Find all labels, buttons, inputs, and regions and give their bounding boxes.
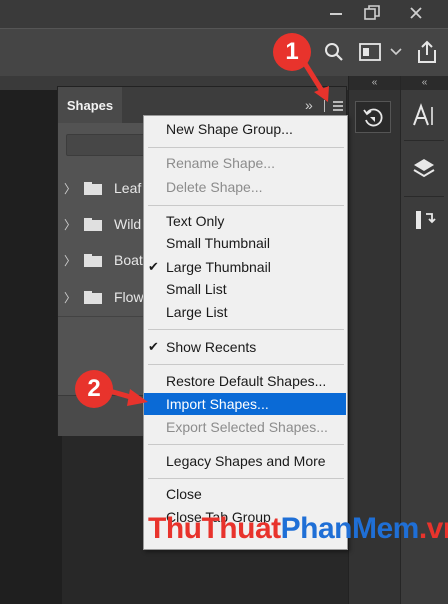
strip-divider bbox=[404, 140, 444, 141]
watermark-part-1: ThuThuat bbox=[148, 512, 281, 545]
list-item[interactable]: 〉 Wild bbox=[62, 209, 141, 239]
adjustments-icon[interactable] bbox=[408, 204, 440, 236]
shape-group-label: Flow bbox=[114, 289, 144, 305]
step-arrow-2 bbox=[104, 387, 148, 406]
menu-item-restore-default-shapes[interactable]: Restore Default Shapes... bbox=[144, 370, 346, 392]
menu-item-delete-shape[interactable]: Delete Shape... bbox=[144, 176, 346, 198]
menu-separator bbox=[148, 147, 344, 148]
share-icon[interactable] bbox=[414, 38, 440, 66]
close-icon[interactable] bbox=[396, 0, 436, 26]
watermark-part-2: PhanMem bbox=[280, 512, 420, 545]
document-canvas[interactable] bbox=[0, 90, 62, 604]
menu-item-close[interactable]: Close bbox=[144, 483, 346, 505]
menu-separator bbox=[148, 478, 344, 479]
menu-item-large-thumbnail[interactable]: Large Thumbnail bbox=[144, 256, 346, 278]
strip-divider bbox=[404, 196, 444, 197]
menu-item-large-list[interactable]: Large List bbox=[144, 301, 346, 323]
menu-item-small-list[interactable]: Small List bbox=[144, 278, 346, 300]
folder-icon bbox=[84, 253, 102, 267]
step-arrow-1 bbox=[301, 59, 329, 102]
list-item[interactable]: 〉 Boat bbox=[62, 245, 143, 275]
collapse-button[interactable]: « bbox=[349, 76, 400, 90]
restore-icon[interactable] bbox=[352, 0, 392, 26]
list-item[interactable]: 〉 Flow bbox=[62, 282, 144, 312]
menu-item-new-shape-group[interactable]: New Shape Group... bbox=[144, 118, 346, 140]
chevron-right-icon: 〉 bbox=[63, 217, 76, 232]
watermark: ThuThuatPhanMem.vn bbox=[148, 512, 448, 546]
collapse-button-right[interactable]: « bbox=[401, 76, 448, 90]
menu-separator bbox=[148, 364, 344, 365]
menu-item-text-only[interactable]: Text Only bbox=[144, 210, 346, 232]
menu-item-legacy-shapes[interactable]: Legacy Shapes and More bbox=[144, 450, 346, 472]
shape-group-label: Boat bbox=[114, 252, 143, 268]
history-icon[interactable] bbox=[355, 101, 391, 133]
chevron-right-icon: 〉 bbox=[63, 253, 76, 268]
chevron-right-icon: 〉 bbox=[63, 181, 76, 196]
shapes-panel-tab[interactable]: Shapes bbox=[58, 87, 122, 123]
chevron-down-icon[interactable] bbox=[388, 44, 404, 60]
menu-item-show-recents[interactable]: Show Recents bbox=[144, 336, 346, 358]
workspace-icon[interactable] bbox=[357, 40, 383, 64]
minimize-icon[interactable] bbox=[316, 0, 356, 26]
watermark-part-3: .vn bbox=[418, 512, 448, 545]
menu-separator bbox=[148, 205, 344, 206]
folder-icon bbox=[84, 290, 102, 304]
layers-icon[interactable] bbox=[408, 152, 440, 184]
menu-item-rename-shape[interactable]: Rename Shape... bbox=[144, 152, 346, 174]
folder-icon bbox=[84, 181, 102, 195]
chevron-right-icon: 〉 bbox=[63, 290, 76, 305]
menu-item-small-thumbnail[interactable]: Small Thumbnail bbox=[144, 232, 346, 254]
shape-group-label: Leaf bbox=[114, 180, 142, 196]
character-icon[interactable] bbox=[408, 100, 440, 132]
menu-item-import-shapes[interactable]: Import Shapes... bbox=[144, 393, 346, 415]
menu-item-export-selected-shapes[interactable]: Export Selected Shapes... bbox=[144, 416, 346, 438]
folder-icon bbox=[84, 217, 102, 231]
shape-group-label: Wild bbox=[114, 216, 142, 232]
menu-separator bbox=[148, 329, 344, 330]
menu-separator bbox=[148, 444, 344, 445]
list-item[interactable]: 〉 Leaf bbox=[62, 173, 141, 203]
